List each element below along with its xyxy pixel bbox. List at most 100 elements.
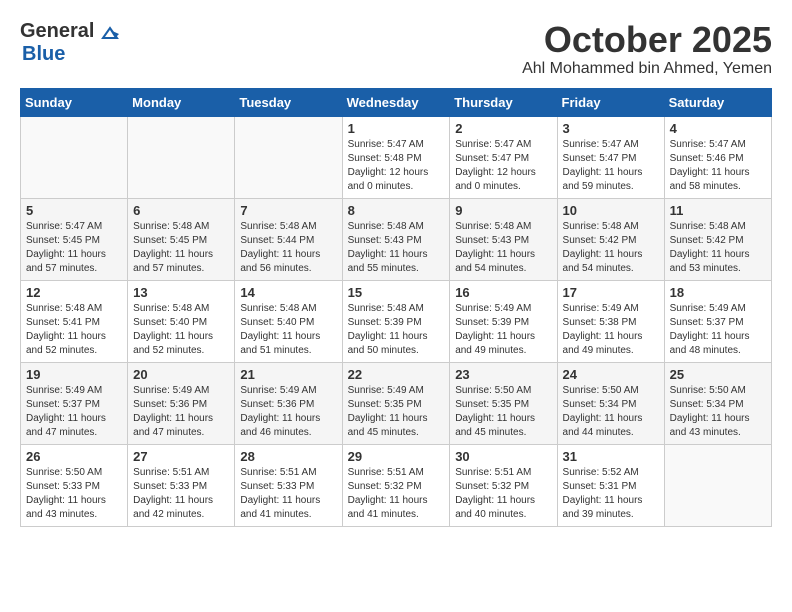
calendar-table: SundayMondayTuesdayWednesdayThursdayFrid… (20, 88, 772, 527)
title-section: October 2025 Ahl Mohammed bin Ahmed, Yem… (522, 20, 772, 78)
day-number: 27 (133, 449, 229, 464)
day-number: 28 (240, 449, 336, 464)
calendar-row: 26Sunrise: 5:50 AM Sunset: 5:33 PM Dayli… (21, 444, 772, 526)
calendar-cell (128, 116, 235, 198)
day-number: 25 (670, 367, 766, 382)
month-title: October 2025 (522, 20, 772, 60)
calendar-cell: 21 Sunrise: 5:49 AM Sunset: 5:36 PM Dayli… (235, 362, 342, 444)
calendar-header-row: SundayMondayTuesdayWednesdayThursdayFrid… (21, 88, 772, 116)
column-header-friday: Friday (557, 88, 664, 116)
day-info: Sunrise: 5:52 AM Sunset: 5:31 PM Dayligh… (563, 466, 659, 522)
day-number: 21 (240, 367, 336, 382)
day-number: 24 (563, 367, 659, 382)
calendar-cell: 8 Sunrise: 5:48 AM Sunset: 5:43 PM Daylig… (342, 198, 450, 280)
day-number: 4 (670, 121, 766, 136)
day-info: Sunrise: 5:48 AM Sunset: 5:42 PM Dayligh… (670, 220, 766, 276)
day-number: 9 (455, 203, 551, 218)
calendar-cell: 5 Sunrise: 5:47 AM Sunset: 5:45 PM Daylig… (21, 198, 128, 280)
calendar-cell: 17Sunrise: 5:49 AM Sunset: 5:38 PM Dayli… (557, 280, 664, 362)
calendar-cell: 13 Sunrise: 5:48 AM Sunset: 5:40 PM Dayli… (128, 280, 235, 362)
calendar-cell: 7 Sunrise: 5:48 AM Sunset: 5:44 PM Daylig… (235, 198, 342, 280)
calendar-cell: 18 Sunrise: 5:49 AM Sunset: 5:37 PM Dayli… (664, 280, 771, 362)
day-number: 12 (26, 285, 122, 300)
calendar-cell: 29 Sunrise: 5:51 AM Sunset: 5:32 PM Dayli… (342, 444, 450, 526)
calendar-cell (21, 116, 128, 198)
day-number: 5 (26, 203, 122, 218)
day-info: Sunrise: 5:49 AM Sunset: 5:35 PM Dayligh… (348, 384, 445, 440)
column-header-sunday: Sunday (21, 88, 128, 116)
logo-blue: Blue (22, 43, 65, 66)
location-title: Ahl Mohammed bin Ahmed, Yemen (522, 60, 772, 78)
day-info: Sunrise: 5:49 AM Sunset: 5:37 PM Dayligh… (670, 302, 766, 358)
calendar-cell (235, 116, 342, 198)
calendar-row: 19 Sunrise: 5:49 AM Sunset: 5:37 PM Dayli… (21, 362, 772, 444)
calendar-cell: 4Sunrise: 5:47 AM Sunset: 5:46 PM Daylig… (664, 116, 771, 198)
calendar-cell: 16 Sunrise: 5:49 AM Sunset: 5:39 PM Dayli… (450, 280, 557, 362)
day-info: Sunrise: 5:48 AM Sunset: 5:43 PM Dayligh… (348, 220, 445, 276)
column-header-thursday: Thursday (450, 88, 557, 116)
calendar-cell: 31Sunrise: 5:52 AM Sunset: 5:31 PM Dayli… (557, 444, 664, 526)
day-info: Sunrise: 5:48 AM Sunset: 5:44 PM Dayligh… (240, 220, 336, 276)
calendar-cell: 11 Sunrise: 5:48 AM Sunset: 5:42 PM Dayli… (664, 198, 771, 280)
day-info: Sunrise: 5:47 AM Sunset: 5:47 PM Dayligh… (563, 138, 659, 194)
calendar-cell: 30 Sunrise: 5:51 AM Sunset: 5:32 PM Dayli… (450, 444, 557, 526)
logo: General Blue (20, 20, 119, 66)
calendar-cell: 10Sunrise: 5:48 AM Sunset: 5:42 PM Dayli… (557, 198, 664, 280)
day-info: Sunrise: 5:49 AM Sunset: 5:36 PM Dayligh… (240, 384, 336, 440)
day-number: 11 (670, 203, 766, 218)
calendar-cell: 14Sunrise: 5:48 AM Sunset: 5:40 PM Dayli… (235, 280, 342, 362)
day-number: 1 (348, 121, 445, 136)
calendar-cell: 25 Sunrise: 5:50 AM Sunset: 5:34 PM Dayli… (664, 362, 771, 444)
day-info: Sunrise: 5:51 AM Sunset: 5:33 PM Dayligh… (133, 466, 229, 522)
day-info: Sunrise: 5:49 AM Sunset: 5:37 PM Dayligh… (26, 384, 122, 440)
day-number: 8 (348, 203, 445, 218)
day-info: Sunrise: 5:51 AM Sunset: 5:33 PM Dayligh… (240, 466, 336, 522)
calendar-row: 12 Sunrise: 5:48 AM Sunset: 5:41 PM Dayli… (21, 280, 772, 362)
calendar-cell: 15Sunrise: 5:48 AM Sunset: 5:39 PM Dayli… (342, 280, 450, 362)
calendar-row: 5 Sunrise: 5:47 AM Sunset: 5:45 PM Daylig… (21, 198, 772, 280)
day-info: Sunrise: 5:51 AM Sunset: 5:32 PM Dayligh… (348, 466, 445, 522)
day-number: 22 (348, 367, 445, 382)
day-info: Sunrise: 5:49 AM Sunset: 5:39 PM Dayligh… (455, 302, 551, 358)
day-number: 20 (133, 367, 229, 382)
calendar-cell: 20 Sunrise: 5:49 AM Sunset: 5:36 PM Dayli… (128, 362, 235, 444)
day-info: Sunrise: 5:48 AM Sunset: 5:40 PM Dayligh… (133, 302, 229, 358)
column-header-wednesday: Wednesday (342, 88, 450, 116)
calendar-cell: 6Sunrise: 5:48 AM Sunset: 5:45 PM Daylig… (128, 198, 235, 280)
day-info: Sunrise: 5:49 AM Sunset: 5:36 PM Dayligh… (133, 384, 229, 440)
day-number: 7 (240, 203, 336, 218)
day-number: 30 (455, 449, 551, 464)
calendar-cell: 1 Sunrise: 5:47 AM Sunset: 5:48 PM Daylig… (342, 116, 450, 198)
day-info: Sunrise: 5:50 AM Sunset: 5:35 PM Dayligh… (455, 384, 551, 440)
day-number: 23 (455, 367, 551, 382)
calendar-cell: 9Sunrise: 5:48 AM Sunset: 5:43 PM Daylig… (450, 198, 557, 280)
logo-general: General (20, 20, 94, 42)
day-info: Sunrise: 5:48 AM Sunset: 5:39 PM Dayligh… (348, 302, 445, 358)
day-info: Sunrise: 5:51 AM Sunset: 5:32 PM Dayligh… (455, 466, 551, 522)
day-info: Sunrise: 5:48 AM Sunset: 5:41 PM Dayligh… (26, 302, 122, 358)
calendar-cell: 22 Sunrise: 5:49 AM Sunset: 5:35 PM Dayli… (342, 362, 450, 444)
calendar-cell (664, 444, 771, 526)
calendar-cell: 27 Sunrise: 5:51 AM Sunset: 5:33 PM Dayli… (128, 444, 235, 526)
day-info: Sunrise: 5:48 AM Sunset: 5:45 PM Dayligh… (133, 220, 229, 276)
day-number: 3 (563, 121, 659, 136)
day-number: 19 (26, 367, 122, 382)
day-info: Sunrise: 5:48 AM Sunset: 5:40 PM Dayligh… (240, 302, 336, 358)
day-number: 16 (455, 285, 551, 300)
column-header-tuesday: Tuesday (235, 88, 342, 116)
day-info: Sunrise: 5:49 AM Sunset: 5:38 PM Dayligh… (563, 302, 659, 358)
calendar-cell: 23 Sunrise: 5:50 AM Sunset: 5:35 PM Dayli… (450, 362, 557, 444)
logo-icon (101, 24, 119, 42)
calendar-cell: 3 Sunrise: 5:47 AM Sunset: 5:47 PM Daylig… (557, 116, 664, 198)
day-info: Sunrise: 5:47 AM Sunset: 5:45 PM Dayligh… (26, 220, 122, 276)
day-number: 29 (348, 449, 445, 464)
day-number: 13 (133, 285, 229, 300)
day-info: Sunrise: 5:50 AM Sunset: 5:33 PM Dayligh… (26, 466, 122, 522)
day-info: Sunrise: 5:47 AM Sunset: 5:48 PM Dayligh… (348, 138, 445, 194)
day-info: Sunrise: 5:50 AM Sunset: 5:34 PM Dayligh… (670, 384, 766, 440)
day-number: 18 (670, 285, 766, 300)
calendar-cell: 2Sunrise: 5:47 AM Sunset: 5:47 PM Daylig… (450, 116, 557, 198)
calendar-cell: 19 Sunrise: 5:49 AM Sunset: 5:37 PM Dayli… (21, 362, 128, 444)
calendar-cell: 26Sunrise: 5:50 AM Sunset: 5:33 PM Dayli… (21, 444, 128, 526)
calendar-cell: 24Sunrise: 5:50 AM Sunset: 5:34 PM Dayli… (557, 362, 664, 444)
